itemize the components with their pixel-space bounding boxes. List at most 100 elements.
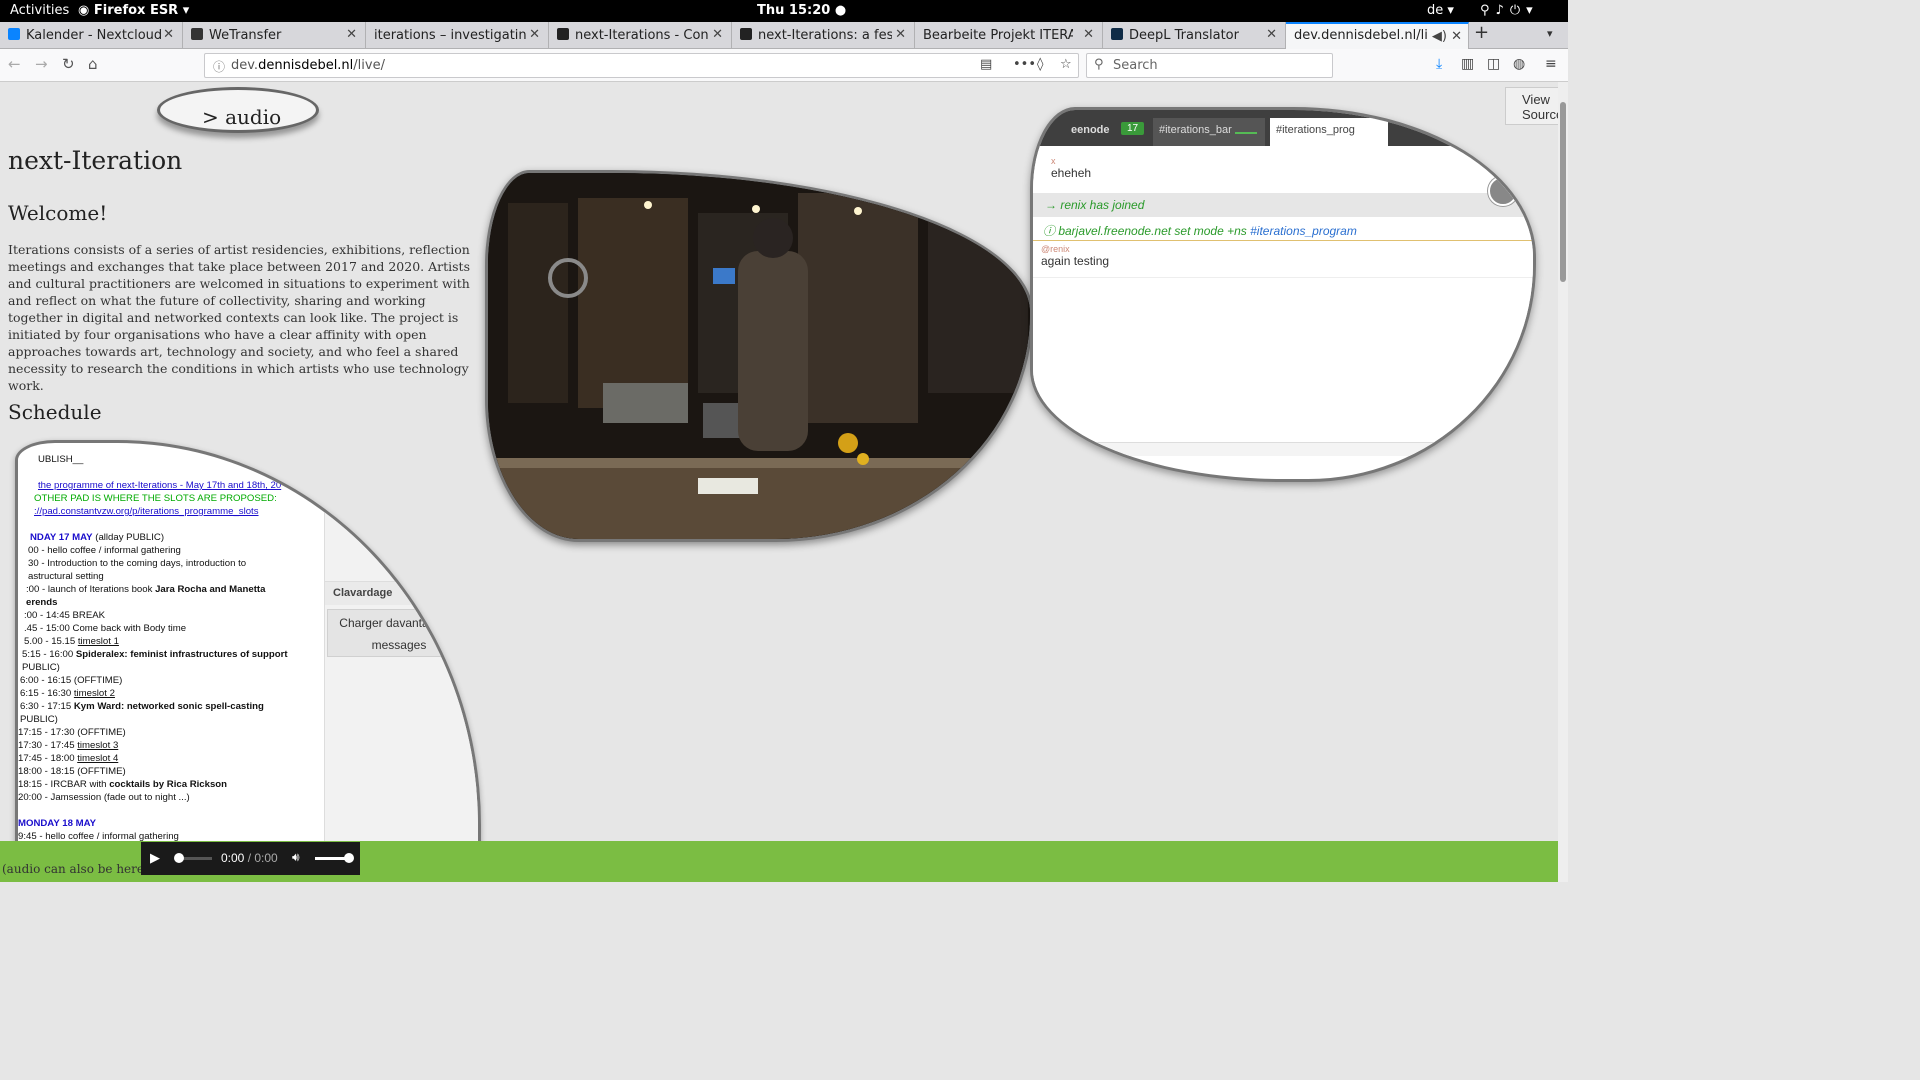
irc-channel-link[interactable]: #iterations_program	[1250, 224, 1357, 238]
tab-iterations[interactable]: iterations – investigating the✕	[366, 22, 549, 49]
pad-line[interactable]	[18, 466, 324, 479]
close-icon[interactable]: ✕	[163, 27, 174, 42]
reader-view-icon[interactable]: ▤	[980, 57, 992, 72]
pad-line[interactable]: 17:45 - 18:00 timeslot 4	[18, 752, 324, 765]
close-icon[interactable]: ✕	[529, 27, 540, 42]
pad-line[interactable]: ://pad.constantvzw.org/p/iterations_prog…	[18, 505, 324, 518]
page-actions-icon[interactable]: •••	[1013, 57, 1036, 72]
irc-input[interactable]	[1033, 442, 1533, 456]
tab-wetransfer[interactable]: WeTransfer ✕	[183, 22, 366, 49]
pad-timeslot-link[interactable]: timeslot 3	[77, 740, 118, 751]
pad-line[interactable]: .45 - 15:00 Come back with Body time	[18, 622, 324, 635]
pad-day-heading: NDAY 17 MAY	[30, 532, 93, 543]
pad-line[interactable]: 00 - hello coffee / informal gathering	[18, 544, 324, 557]
close-icon[interactable]: ✕	[895, 27, 906, 42]
pad-line[interactable]: erends	[18, 596, 324, 609]
pad-line[interactable]: astructural setting	[18, 570, 324, 583]
pad-line[interactable]	[18, 804, 324, 817]
schedule-pad[interactable]: UBLISH__ the programme of next-Iteration…	[18, 453, 324, 843]
scrollbar-thumb[interactable]	[1560, 102, 1566, 282]
pad-line[interactable]: the programme of next-Iterations - May 1…	[18, 479, 324, 492]
close-icon[interactable]: ✕	[1266, 27, 1277, 42]
system-menu[interactable]: ⚲♪⏻▾	[1480, 3, 1539, 18]
pad-line[interactable]	[18, 518, 324, 531]
pad-line[interactable]: 5.00 - 15.15 timeslot 1	[18, 635, 324, 648]
seek-handle[interactable]	[174, 853, 184, 863]
irc-client-frame[interactable]: eenode 17 #iterations_bar #iterations_pr…	[1030, 107, 1536, 482]
app-menu[interactable]: ◉ Firefox ESR ▾	[78, 3, 189, 18]
close-icon[interactable]: ◀) ✕	[1432, 29, 1462, 44]
tab-bearbeite-projekt[interactable]: Bearbeite Projekt ITERATIO ✕	[915, 22, 1103, 49]
sidebar-icon[interactable]: ◫	[1487, 56, 1500, 72]
pocket-icon[interactable]: ◊	[1037, 57, 1043, 72]
nextcloud-calendar-icon	[8, 28, 20, 40]
back-icon[interactable]: ←	[8, 55, 21, 73]
pad-line[interactable]: 6:00 - 16:15 (OFFTIME)	[18, 674, 324, 687]
activities-button[interactable]: Activities	[10, 3, 69, 18]
pad-line[interactable]: 6:15 - 16:30 timeslot 2	[18, 687, 324, 700]
load-more-messages-button[interactable]: Charger davantage de messages	[327, 609, 471, 657]
bookmark-star-icon[interactable]: ☆	[1060, 57, 1072, 72]
close-icon[interactable]: ✕	[712, 27, 723, 42]
pad-line[interactable]: PUBLIC)	[18, 713, 324, 726]
tab-nextcloud[interactable]: Kalender - Nextcloud ✕	[0, 22, 183, 49]
irc-channel-tab-bar[interactable]: #iterations_bar	[1153, 118, 1265, 146]
tab-next-iterations-festive[interactable]: next-Iterations: a festive✕	[732, 22, 915, 49]
pad-line[interactable]: UBLISH__	[18, 453, 324, 466]
speaker-icon[interactable]: ◀)	[1432, 29, 1451, 44]
reload-icon[interactable]: ↻	[62, 55, 75, 73]
pad-line[interactable]: 18:00 - 18:15 (OFFTIME)	[18, 765, 324, 778]
library-icon[interactable]: ▥	[1461, 56, 1474, 72]
irc-nick[interactable]: @renix	[1041, 244, 1109, 254]
pad-line[interactable]: 17:30 - 17:45 timeslot 3	[18, 739, 324, 752]
pad-line[interactable]: 18:15 - IRCBAR with cocktails by Rica Ri…	[18, 778, 324, 791]
play-icon[interactable]: ▶	[150, 850, 160, 866]
audio-toggle-button[interactable]: > audio	[157, 87, 319, 133]
forward-icon[interactable]: →	[35, 55, 48, 73]
site-info-icon[interactable]: ⓘ	[213, 58, 225, 75]
language-indicator[interactable]: de ▾	[1427, 3, 1454, 18]
pad-line[interactable]: :00 - 14:45 BREAK	[18, 609, 324, 622]
new-tab-button[interactable]: +	[1474, 22, 1489, 43]
home-icon[interactable]: ⌂	[88, 55, 98, 73]
irc-channel-tab-program[interactable]: #iterations_prog	[1270, 118, 1388, 146]
close-icon[interactable]: ✕	[346, 27, 357, 42]
pad-timeslot-link[interactable]: timeslot 2	[74, 688, 115, 699]
pad-line[interactable]: 5:15 - 16:00 Spideralex: feminist infras…	[18, 648, 324, 661]
pad-day-heading: MONDAY 18 MAY	[18, 818, 97, 829]
tab-next-iterations-constant[interactable]: next-Iterations - Constan✕	[549, 22, 732, 49]
irc-nick[interactable]: x	[1051, 156, 1091, 166]
schedule-pad-frame[interactable]: UBLISH__ the programme of next-Iteration…	[15, 440, 481, 882]
pad-timeslot-link[interactable]: timeslot 1	[78, 636, 119, 647]
speaker-icon[interactable]: 🔊︎	[292, 850, 300, 865]
pad-line[interactable]: 20:00 - Jamsession (fade out to night ..…	[18, 791, 324, 804]
search-bar[interactable]: ⚲ Search	[1086, 53, 1333, 78]
irc-network-tab[interactable]: eenode	[1071, 124, 1110, 136]
pad-link[interactable]: the programme of next-Iterations - May 1…	[38, 480, 281, 491]
pad-line[interactable]: OTHER PAD IS WHERE THE SLOTS ARE PROPOSE…	[18, 492, 324, 505]
audio-player[interactable]: ▶ 0:00 / 0:00 🔊︎	[141, 842, 360, 875]
tab-list-button[interactable]: ▾	[1547, 27, 1553, 40]
tab-deepl[interactable]: DeepL Translator ✕	[1103, 22, 1286, 49]
hamburger-menu-icon[interactable]: ≡	[1545, 56, 1557, 72]
pad-line[interactable]: NDAY 17 MAY (allday PUBLIC)	[18, 531, 324, 544]
tab-dennisdebel-live[interactable]: dev.dennisdebel.nl/live/ ◀) ✕	[1286, 22, 1469, 49]
chat-header[interactable]: Clavardage	[325, 581, 478, 605]
live-video-frame[interactable]	[485, 170, 1033, 542]
pad-line[interactable]: PUBLIC)	[18, 661, 324, 674]
users-icon[interactable]	[1488, 176, 1518, 206]
pad-link[interactable]: ://pad.constantvzw.org/p/iterations_prog…	[34, 506, 259, 517]
pad-line[interactable]: :00 - launch of Iterations book Jara Roc…	[18, 583, 324, 596]
page-scrollbar[interactable]	[1558, 82, 1568, 882]
downloads-icon[interactable]: ⤓	[1436, 56, 1442, 72]
pad-timeslot-link[interactable]: timeslot 4	[77, 753, 118, 764]
pad-line[interactable]: MONDAY 18 MAY	[18, 817, 324, 830]
clock[interactable]: Thu 15:20 ●	[757, 3, 846, 18]
url-bar[interactable]: ⓘ dev.dennisdebel.nl/live/ ▤ ••• ◊ ☆	[204, 53, 1079, 78]
account-icon[interactable]: ◍	[1513, 56, 1525, 72]
close-icon[interactable]: ✕	[1083, 27, 1094, 42]
volume-handle[interactable]	[344, 853, 354, 863]
pad-line[interactable]: 30 - Introduction to the coming days, in…	[18, 557, 324, 570]
pad-line[interactable]: 17:15 - 17:30 (OFFTIME)	[18, 726, 324, 739]
pad-line[interactable]: 6:30 - 17:15 Kym Ward: networked sonic s…	[18, 700, 324, 713]
